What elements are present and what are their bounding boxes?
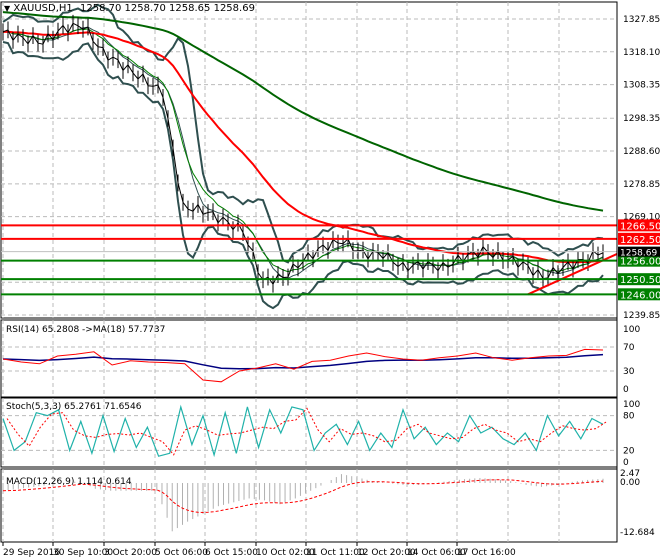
rsi-tick: 30: [623, 367, 635, 377]
rsi-label: RSI(14) 65.2808 ->MA(18) 57.7737: [6, 325, 165, 335]
trading-chart[interactable]: 1327.85 1318.10 1308.35 1298.35 1288.60 1278.…: [0, 0, 660, 560]
rsi-ma-line: [2, 353, 604, 370]
time-label: 17 Oct 16:00: [457, 548, 516, 558]
stoch-tick: 80: [623, 412, 635, 422]
ma-fast: [2, 28, 604, 273]
chart-canvas[interactable]: 1327.85 1318.10 1308.35 1298.35 1288.60 1278.…: [0, 0, 660, 560]
time-label: 29 Sep 2016: [3, 548, 60, 558]
price-line: [2, 22, 604, 286]
time-label: 3 Oct 20:00: [104, 548, 157, 558]
price-tick: 1327.85: [623, 15, 660, 25]
stoch-tick: 100: [623, 400, 640, 410]
rsi-tick: 70: [623, 343, 635, 353]
dropdown-triangle-icon[interactable]: ▼: [4, 4, 10, 13]
macd-label: MACD(12,26,9) 1.114 0.614: [6, 477, 132, 487]
ma-red: [2, 30, 604, 264]
rsi-tick: 100: [623, 325, 640, 335]
time-label: 5 Oct 06:00: [155, 548, 208, 558]
ohlc-readout: 1258.70 1258.70 1258.65 1258.69: [79, 3, 255, 14]
stoch-label: Stoch(5,3,3) 65.2761 71.6546: [6, 402, 142, 412]
level-label: 1262.50: [620, 235, 660, 246]
level-label: 1250.50: [620, 275, 660, 286]
macd-tick: 0.00: [620, 478, 640, 488]
price-tick: 1308.35: [623, 81, 660, 91]
macd-tick: -12.684: [620, 528, 655, 538]
price-tick: 1278.85: [623, 180, 660, 190]
chart-header: ▼ XAUUSD,H1 1258.70 1258.70 1258.65 1258…: [4, 3, 255, 14]
stoch-tick: 20: [623, 446, 635, 456]
stoch-signal-line: [6, 407, 608, 456]
rsi-line: [2, 348, 604, 383]
price-tick: 1318.10: [623, 48, 660, 58]
bollinger-mid: [2, 26, 604, 279]
time-label: 6 Oct 15:00: [205, 548, 258, 558]
current-price-label: 1258.69: [620, 249, 657, 259]
price-tick: 1288.60: [623, 147, 660, 157]
stoch-main-line: [2, 404, 604, 458]
level-label: 1246.00: [620, 290, 660, 301]
price-tick: 1298.35: [623, 114, 660, 124]
price-tick: 1239.85: [623, 311, 660, 321]
stoch-tick: 0: [623, 458, 629, 468]
rsi-tick: 0: [623, 385, 629, 395]
symbol-label: XAUUSD,H1: [13, 3, 73, 14]
level-label: 1266.50: [620, 221, 660, 232]
